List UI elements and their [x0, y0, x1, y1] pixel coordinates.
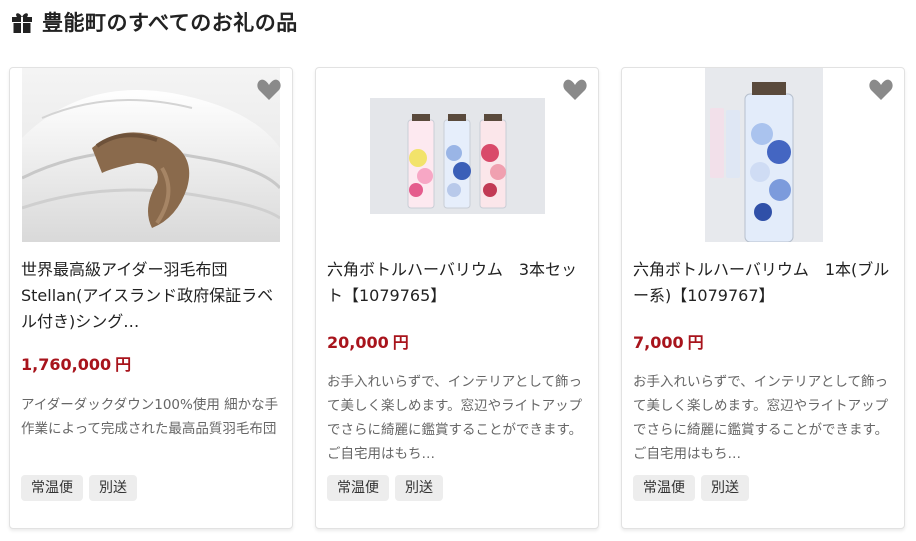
- down-duvet-photo: [22, 68, 280, 242]
- heart-icon[interactable]: [868, 78, 894, 102]
- product-price: 7,000 円: [633, 329, 704, 353]
- price-value: 20,000: [327, 333, 389, 352]
- gift-icon: [12, 13, 32, 33]
- price-currency: 円: [115, 355, 132, 374]
- product-title[interactable]: 六角ボトルハーバリウム 1本(ブルー系)【1079767】: [633, 257, 895, 309]
- herbarium-three-bottles-photo: [328, 68, 586, 242]
- tag-normal-temp: 常温便: [327, 475, 389, 501]
- product-image[interactable]: [22, 68, 280, 242]
- product-card[interactable]: 六角ボトルハーバリウム 3本セット【1079765】 20,000 円 お手入れい…: [315, 67, 599, 529]
- tag-separate-shipping: 別送: [89, 475, 137, 501]
- product-image[interactable]: [328, 68, 586, 242]
- price-value: 7,000: [633, 333, 684, 352]
- tag-separate-shipping: 別送: [395, 475, 443, 501]
- section-header: 豊能町のすべてのお礼の品: [10, 7, 298, 37]
- tag-normal-temp: 常温便: [21, 475, 83, 501]
- product-price: 1,760,000 円: [21, 351, 131, 375]
- tag-normal-temp: 常温便: [633, 475, 695, 501]
- tag-list: 常温便 別送: [327, 475, 443, 501]
- herbarium-blue-bottle-photo: [634, 68, 892, 242]
- tag-list: 常温便 別送: [21, 475, 137, 501]
- product-card[interactable]: 六角ボトルハーバリウム 1本(ブルー系)【1079767】 7,000 円 お手入…: [621, 67, 905, 529]
- heart-icon[interactable]: [256, 78, 282, 102]
- product-image[interactable]: [634, 68, 892, 242]
- product-price: 20,000 円: [327, 329, 409, 353]
- product-description: お手入れいらずで、インテリアとして飾って美しく楽しめます。窓辺やライトアップでさ…: [327, 374, 583, 462]
- product-card[interactable]: 世界最高級アイダー羽毛布団Stellan(アイスランド政府保証ラベル付き)シング…: [9, 67, 293, 529]
- price-value: 1,760,000: [21, 355, 112, 374]
- price-currency: 円: [687, 333, 704, 352]
- tag-separate-shipping: 別送: [701, 475, 749, 501]
- heart-icon[interactable]: [562, 78, 588, 102]
- tag-list: 常温便 別送: [633, 475, 749, 501]
- product-title[interactable]: 六角ボトルハーバリウム 3本セット【1079765】: [327, 257, 589, 309]
- product-description: アイダーダックダウン100%使用 細かな手作業によって完成された最高品質羽毛布団: [21, 397, 279, 437]
- product-title[interactable]: 世界最高級アイダー羽毛布団Stellan(アイスランド政府保証ラベル付き)シング…: [21, 257, 283, 335]
- price-currency: 円: [392, 333, 409, 352]
- product-description: お手入れいらずで、インテリアとして飾って美しく楽しめます。窓辺やライトアップでさ…: [633, 374, 889, 462]
- page-title: 豊能町のすべてのお礼の品: [42, 11, 298, 35]
